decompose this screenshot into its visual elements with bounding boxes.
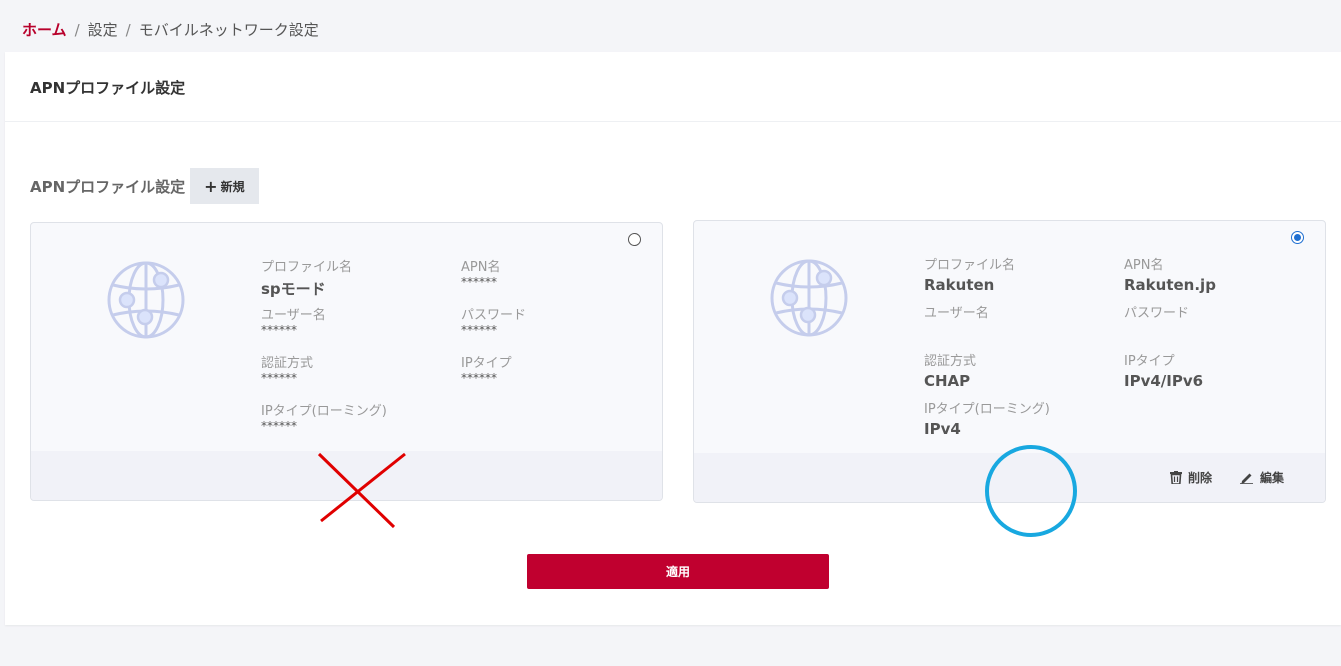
pencil-icon (1240, 473, 1253, 484)
apn-name-field: APN名 Rakuten.jp (1124, 254, 1216, 294)
auth-method-value: ****** (261, 371, 297, 385)
new-profile-button[interactable]: + 新規 (190, 168, 259, 204)
ip-type-field: IPタイプ IPv4/IPv6 (1124, 350, 1203, 390)
breadcrumb-separator: / (74, 20, 80, 39)
ip-type-value: ****** (461, 371, 497, 385)
user-name-label: ユーザー名 (261, 308, 326, 323)
ip-type-label: IPタイプ (1124, 354, 1175, 369)
breadcrumb-separator: / (125, 20, 131, 39)
profile-name-field: プロファイル名 spモード (261, 256, 352, 299)
apn-profile-card[interactable]: プロファイル名 Rakuten APN名 Rakuten.jp ユーザー名 パス… (693, 220, 1326, 503)
auth-method-label: 認証方式 (261, 356, 314, 371)
ip-type-roaming-label: IPタイプ(ローミング) (261, 404, 387, 419)
profile-select-radio[interactable] (628, 233, 641, 246)
user-name-field: ユーザー名 ****** (261, 304, 326, 337)
user-name-field: ユーザー名 (924, 302, 989, 321)
apn-name-label: APN名 (461, 260, 501, 275)
auth-method-field: 認証方式 CHAP (924, 350, 976, 390)
profile-name-label: プロファイル名 (261, 260, 353, 275)
ip-type-field: IPタイプ ****** (461, 352, 512, 385)
apply-button[interactable]: 適用 (527, 554, 829, 589)
apn-name-label: APN名 (1124, 258, 1164, 273)
user-name-label: ユーザー名 (924, 306, 989, 321)
ip-type-label: IPタイプ (461, 356, 512, 371)
section-title: APNプロファイル設定 (30, 177, 186, 196)
ip-type-roaming-value: ****** (261, 419, 297, 433)
password-field: パスワード ****** (461, 304, 526, 337)
delete-label: 削除 (1188, 471, 1213, 485)
auth-method-label: 認証方式 (924, 354, 977, 369)
apn-settings-panel: APNプロファイル設定 APNプロファイル設定 + 新規 プロファイル名 spモ… (5, 52, 1341, 625)
globe-icon (107, 261, 185, 339)
password-label: パスワード (1124, 306, 1190, 321)
ip-type-roaming-field: IPタイプ(ローミング) ****** (261, 400, 387, 433)
profile-name-value: spモード (261, 280, 326, 298)
page-title: APNプロファイル設定 (5, 52, 1341, 122)
user-name-value: ****** (261, 323, 297, 337)
card-footer: 削除 編集 (694, 453, 1325, 502)
profile-name-field: プロファイル名 Rakuten (924, 254, 1015, 294)
card-footer (31, 451, 662, 500)
apn-name-field: APN名 ****** (461, 256, 500, 289)
plus-icon: + (204, 176, 218, 196)
breadcrumb-current: モバイルネットワーク設定 (138, 21, 319, 39)
auth-method-field: 認証方式 ****** (261, 352, 313, 385)
password-label: パスワード (461, 308, 527, 323)
breadcrumb-home[interactable]: ホーム (22, 19, 67, 40)
delete-button[interactable]: 削除 (1170, 469, 1212, 486)
trash-icon (1170, 471, 1182, 484)
apn-name-value: ****** (461, 275, 497, 289)
apn-name-value: Rakuten.jp (1124, 276, 1216, 294)
password-field: パスワード (1124, 302, 1189, 321)
apn-profile-card[interactable]: プロファイル名 spモード APN名 ****** ユーザー名 ****** パ… (30, 222, 663, 501)
auth-method-value: CHAP (924, 372, 971, 390)
password-value: ****** (461, 323, 497, 337)
edit-label: 編集 (1260, 471, 1285, 485)
globe-icon (770, 259, 848, 337)
profile-name-value: Rakuten (924, 276, 995, 294)
ip-type-roaming-label: IPタイプ(ローミング) (924, 402, 1050, 417)
breadcrumb: ホーム / 設定 / モバイルネットワーク設定 (22, 19, 319, 40)
new-profile-label: 新規 (220, 179, 245, 194)
ip-type-roaming-value: IPv4 (924, 420, 961, 438)
breadcrumb-settings[interactable]: 設定 (88, 19, 118, 40)
edit-button[interactable]: 編集 (1240, 469, 1284, 486)
section-header: APNプロファイル設定 + 新規 (30, 168, 259, 204)
profile-name-label: プロファイル名 (924, 258, 1016, 273)
profile-select-radio[interactable] (1291, 231, 1304, 244)
ip-type-roaming-field: IPタイプ(ローミング) IPv4 (924, 398, 1050, 438)
ip-type-value: IPv4/IPv6 (1124, 372, 1204, 390)
